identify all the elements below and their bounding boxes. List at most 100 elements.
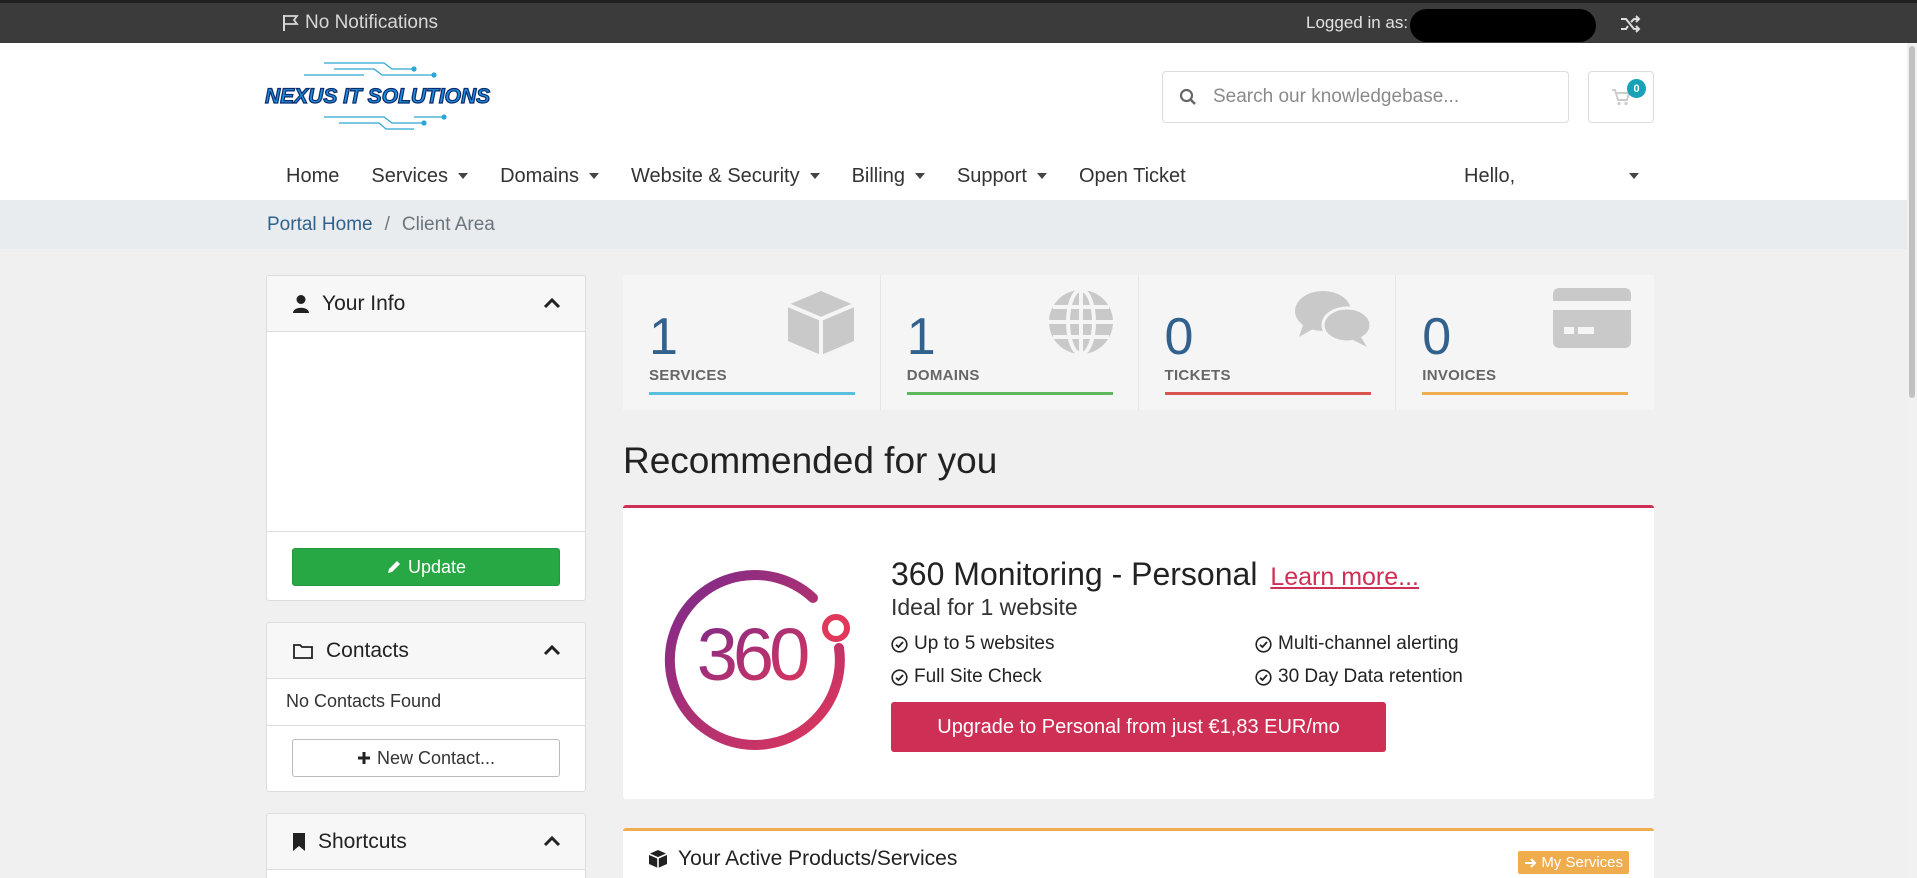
stat-label: DOMAINS: [906, 367, 980, 384]
contacts-header[interactable]: Contacts: [267, 623, 585, 679]
stat-tile-domains[interactable]: 1 DOMAINS: [880, 275, 1139, 410]
hello-label: Hello,: [1464, 164, 1516, 187]
check-circle-icon: [1255, 668, 1272, 686]
logged-in-label: Logged in as:: [1306, 13, 1409, 32]
nav-home-label: Home: [286, 164, 340, 187]
product-title: 360 Monitoring - Personal: [891, 556, 1258, 592]
stat-value: 1: [649, 308, 678, 366]
shuffle-icon[interactable]: [1619, 13, 1641, 35]
cart-count-badge: 0: [1627, 79, 1646, 98]
stat-label: INVOICES: [1422, 367, 1497, 384]
caret-down-icon: [458, 173, 469, 179]
upgrade-button[interactable]: Upgrade to Personal from just €1,83 EUR/…: [891, 702, 1386, 752]
recommended-product-card: 360 360 Monitoring - Personal Learn more…: [623, 505, 1654, 799]
stat-tile-tickets[interactable]: 0 TICKETS: [1138, 275, 1397, 410]
check-circle-icon: [891, 635, 908, 653]
chevron-up-icon[interactable]: [543, 643, 561, 657]
update-button[interactable]: Update: [292, 548, 560, 586]
top-bar: No Notifications Logged in as:: [0, 0, 1917, 43]
nav-domains[interactable]: Domains: [484, 161, 615, 191]
stat-tile-services[interactable]: 1 SERVICES: [623, 275, 881, 410]
stat-tile-invoices[interactable]: 0 INVOICES: [1396, 275, 1654, 410]
comments-icon: [1295, 291, 1373, 347]
cart-button[interactable]: 0: [1588, 71, 1654, 123]
caret-down-icon: [588, 173, 599, 179]
knowledgebase-search[interactable]: [1162, 71, 1569, 123]
your-info-panel: Your Info Update: [266, 275, 586, 601]
my-services-button[interactable]: My Services: [1518, 851, 1629, 874]
shortcuts-header[interactable]: Shortcuts: [267, 814, 585, 870]
feature-label: 30 Day Data retention: [1278, 666, 1463, 687]
pencil-icon: [387, 561, 400, 573]
stat-label: TICKETS: [1164, 367, 1231, 384]
recommended-heading: Recommended for you: [623, 440, 998, 481]
nav-billing[interactable]: Billing: [836, 161, 941, 191]
caret-down-icon: [1037, 173, 1047, 179]
shortcuts-panel: Shortcuts: [266, 813, 586, 878]
product-subtitle: Ideal for 1 website: [891, 594, 1078, 620]
stat-underline: [1422, 392, 1629, 395]
contacts-title: Contacts: [326, 638, 409, 662]
breadcrumb: Portal Home / Client Area: [0, 200, 1917, 249]
brand-logo[interactable]: NEXUS IT SOLUTIONS: [264, 57, 498, 135]
cube-icon: [648, 850, 668, 868]
new-contact-label: New Contact...: [376, 747, 496, 768]
feature-label: Full Site Check: [914, 666, 1042, 687]
shortcuts-title: Shortcuts: [318, 829, 407, 853]
breadcrumb-separator: /: [384, 213, 390, 235]
nav-billing-label: Billing: [851, 164, 905, 187]
chevron-up-icon[interactable]: [543, 834, 561, 848]
stat-value: 0: [1422, 308, 1452, 366]
feature-item: Up to 5 websites: [891, 633, 1054, 655]
feature-label: Up to 5 websites: [914, 633, 1055, 654]
flag-icon: [283, 15, 299, 31]
search-icon: [1179, 88, 1196, 105]
nav-services-label: Services: [371, 164, 449, 187]
nav-support[interactable]: Support: [941, 161, 1063, 191]
my-services-label: My Services: [1541, 854, 1623, 871]
page-scrollbar-thumb[interactable]: [1909, 46, 1915, 398]
account-menu[interactable]: Hello,: [1464, 161, 1639, 191]
breadcrumb-portal-home[interactable]: Portal Home: [267, 214, 373, 236]
active-products-title: Your Active Products/Services: [678, 847, 958, 870]
nav-website-security[interactable]: Website & Security: [615, 161, 836, 191]
redacted-username: [1410, 9, 1596, 42]
update-button-label: Update: [407, 556, 467, 577]
breadcrumb-current: Client Area: [401, 213, 495, 235]
no-contacts-text: No Contacts Found: [286, 691, 442, 711]
notifications-label: No Notifications: [305, 12, 439, 33]
svg-text:NEXUS IT SOLUTIONS: NEXUS IT SOLUTIONS: [265, 85, 490, 108]
chevron-up-icon[interactable]: [543, 296, 561, 310]
monitoring-360-logo: 360: [664, 570, 850, 750]
credit-card-icon: [1553, 288, 1631, 348]
site-header: NEXUS IT SOLUTIONS 0 Home Services Domai…: [0, 43, 1917, 200]
nav-domains-label: Domains: [500, 164, 579, 187]
contacts-panel: Contacts No Contacts Found New Contact..…: [266, 622, 586, 792]
stat-underline: [649, 392, 855, 395]
your-info-header[interactable]: Your Info: [267, 276, 585, 332]
stat-underline: [1164, 392, 1371, 395]
product-title-row: 360 Monitoring - Personal Learn more...: [891, 556, 1419, 593]
main-nav: Home Services Domains Website & Security…: [270, 161, 1202, 191]
globe-icon: [1048, 288, 1113, 356]
nav-open-ticket-label: Open Ticket: [1079, 164, 1186, 187]
check-circle-icon: [891, 668, 908, 686]
nav-home[interactable]: Home: [270, 161, 355, 191]
arrow-right-icon: [1525, 857, 1537, 868]
feature-item: Full Site Check: [891, 666, 1042, 688]
plus-icon: [357, 752, 370, 764]
nav-open-ticket[interactable]: Open Ticket: [1063, 161, 1202, 191]
nav-support-label: Support: [956, 164, 1027, 187]
cube-icon: [786, 291, 855, 355]
stat-underline: [906, 392, 1113, 395]
learn-more-link[interactable]: Learn more...: [1270, 563, 1419, 591]
search-input[interactable]: [1213, 86, 1553, 108]
stat-label: SERVICES: [649, 367, 727, 384]
active-products-header: Your Active Products/Services: [648, 847, 957, 871]
nav-services[interactable]: Services: [355, 161, 484, 191]
panel-divider: [267, 725, 585, 726]
feature-label: Multi-channel alerting: [1278, 633, 1459, 654]
check-circle-icon: [1255, 635, 1272, 653]
notifications-link[interactable]: No Notifications: [281, 12, 438, 34]
new-contact-button[interactable]: New Contact...: [292, 739, 560, 777]
